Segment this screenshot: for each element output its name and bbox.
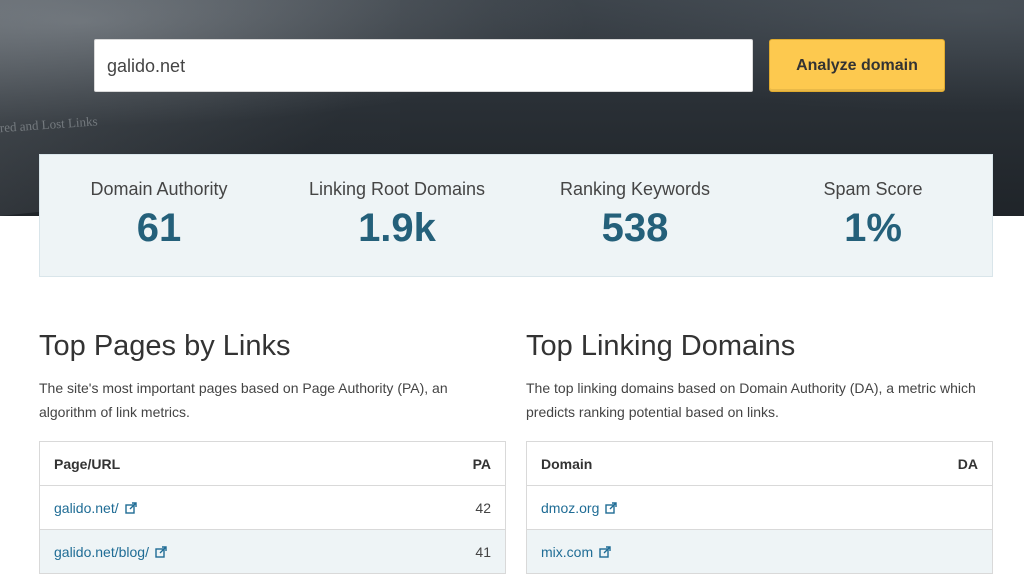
metric-domain-authority: Domain Authority 61	[40, 155, 278, 276]
page-url-link[interactable]: galido.net/	[54, 500, 137, 516]
external-link-icon[interactable]	[599, 545, 611, 558]
column-header-domain[interactable]: Domain	[541, 456, 592, 472]
domain-link[interactable]: mix.com	[541, 544, 611, 560]
metric-value: 1.9k	[358, 206, 436, 250]
column-header-pa[interactable]: PA	[473, 456, 491, 472]
metric-label: Domain Authority	[90, 179, 228, 199]
page-url-link[interactable]: galido.net/blog/	[54, 544, 167, 560]
top-linking-domains-table: Domain DA dmoz.org mix.com	[526, 441, 993, 574]
domain-text[interactable]: dmoz.org	[541, 500, 599, 516]
domain-text[interactable]: mix.com	[541, 544, 593, 560]
top-pages-table: Page/URL PA galido.net/ 42 galido.net/bl…	[39, 441, 506, 574]
external-link-icon[interactable]	[124, 501, 137, 514]
table-row: galido.net/blog/ 41	[40, 530, 505, 574]
domain-link[interactable]: dmoz.org	[541, 500, 618, 516]
analyze-domain-button[interactable]: Analyze domain	[769, 39, 945, 92]
table-row: mix.com	[527, 530, 992, 574]
table-header: Page/URL PA	[40, 442, 505, 486]
metric-ranking-keywords: Ranking Keywords 538	[516, 155, 754, 276]
external-link-icon[interactable]	[155, 545, 167, 558]
table-row: dmoz.org	[527, 486, 992, 530]
external-link-icon[interactable]	[605, 501, 618, 514]
metric-spam-score: Spam Score 1%	[754, 155, 992, 276]
page-url-text[interactable]: galido.net/	[54, 500, 119, 516]
column-header-page-url[interactable]: Page/URL	[54, 456, 120, 472]
metric-label: Spam Score	[823, 179, 923, 199]
top-pages-section: Top Pages by Links The site's most impor…	[39, 328, 506, 424]
page-authority-value: 41	[475, 543, 491, 560]
section-title: Top Linking Domains	[526, 330, 796, 362]
section-description: The top linking domains based on Domain …	[526, 380, 976, 420]
metric-label: Ranking Keywords	[559, 179, 711, 199]
top-linking-domains-section: Top Linking Domains The top linking doma…	[526, 328, 993, 424]
metrics-panel: Domain Authority 61 Linking Root Domains…	[39, 154, 993, 277]
metric-linking-root-domains: Linking Root Domains 1.9k	[278, 155, 516, 276]
section-title: Top Pages by Links	[39, 330, 291, 362]
table-header: Domain DA	[527, 442, 992, 486]
table-row: galido.net/ 42	[40, 486, 505, 530]
page-url-text[interactable]: galido.net/blog/	[54, 544, 149, 560]
metric-value: 538	[601, 206, 669, 250]
section-description: The site's most important pages based on…	[39, 380, 448, 420]
metric-label: Linking Root Domains	[308, 179, 486, 199]
metric-value: 61	[136, 206, 182, 250]
metric-value: 1%	[844, 206, 902, 250]
page-authority-value: 42	[475, 499, 491, 516]
column-header-da[interactable]: DA	[958, 456, 978, 472]
domain-search-input[interactable]: galido.net	[94, 39, 753, 92]
